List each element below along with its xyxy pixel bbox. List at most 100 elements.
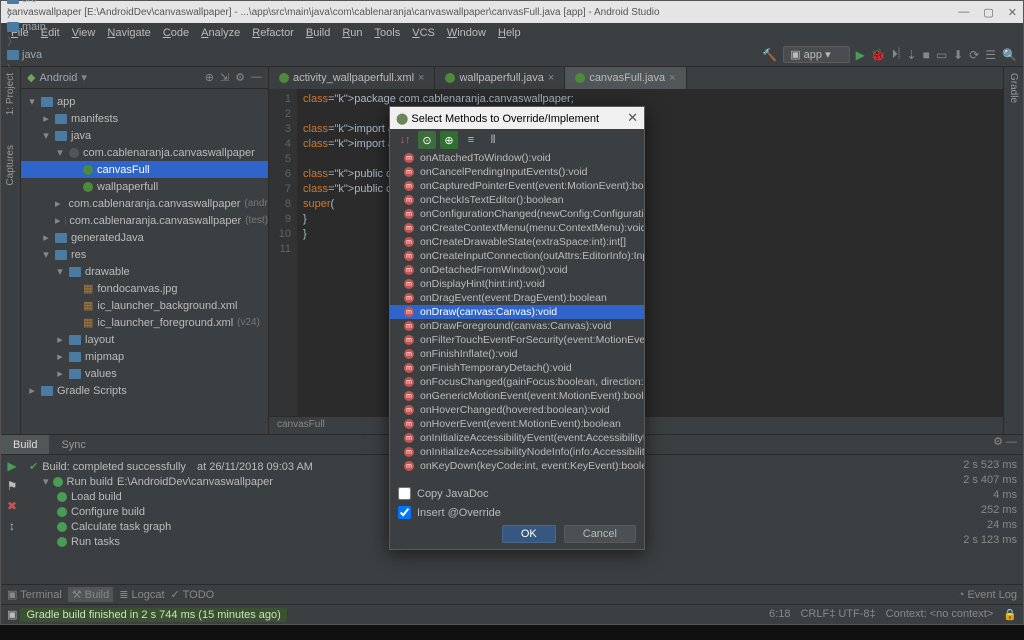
filter-icon[interactable]: ⚑ — [7, 479, 18, 493]
tree-node[interactable]: ▾drawable — [21, 263, 268, 280]
method-item[interactable]: monHoverEvent(event:MotionEvent):boolean — [390, 417, 644, 431]
menu-vcs[interactable]: VCS — [408, 27, 439, 39]
method-item[interactable]: monInitializeAccessibilityEvent(event:Ac… — [390, 431, 644, 445]
collapse-icon[interactable]: ≡ — [462, 131, 480, 149]
tree-node[interactable]: ▾app — [21, 93, 268, 110]
method-item[interactable]: monCreateContextMenu(menu:ContextMenu):v… — [390, 221, 644, 235]
tree-node[interactable]: ▸layout — [21, 331, 268, 348]
sort-icon[interactable]: ↓↑ — [396, 131, 414, 149]
method-item[interactable]: monCancelPendingInputEvents():void — [390, 165, 644, 179]
method-item[interactable]: monDraw(canvas:Canvas):void — [390, 305, 644, 319]
tree-node[interactable]: ▦ic_launcher_foreground.xml (v24) — [21, 314, 268, 331]
method-item[interactable]: monInitializeAccessibilityNodeInfo(info:… — [390, 445, 644, 459]
cancel-button[interactable]: Cancel — [564, 525, 636, 543]
insert-override-checkbox[interactable]: Insert @Override — [398, 506, 636, 519]
scroll-from-source-icon[interactable]: ⊕ — [205, 71, 214, 84]
tree-node[interactable]: ▾java — [21, 127, 268, 144]
lock-icon[interactable]: 🔒 — [1003, 608, 1017, 621]
avd-icon[interactable]: ▭ — [936, 48, 947, 62]
method-list[interactable]: monAttachedToWindow():voidmonCancelPendi… — [390, 151, 644, 481]
tree-node[interactable]: ▸values — [21, 365, 268, 382]
structure-icon[interactable]: ☰ — [985, 48, 996, 62]
editor-tab[interactable]: canvasFull.java× — [565, 67, 686, 89]
attach-icon[interactable]: ⇣ — [907, 48, 917, 62]
context[interactable]: Context: <no context> — [886, 608, 994, 621]
sidebar-tab-project[interactable]: 1: Project — [5, 73, 16, 115]
method-item[interactable]: monGenericMotionEvent(event:MotionEvent)… — [390, 389, 644, 403]
method-item[interactable]: monAttachedToWindow():void — [390, 151, 644, 165]
project-scope[interactable]: Android — [39, 72, 77, 84]
tree-node[interactable]: ▸com.cablenaranja.canvaswallpaper (andro… — [21, 195, 268, 212]
tool-terminal[interactable]: ▣ Terminal — [7, 588, 62, 601]
tree-node[interactable]: ▦ic_launcher_background.xml — [21, 297, 268, 314]
method-item[interactable]: monCheckIsTextEditor():boolean — [390, 193, 644, 207]
profile-icon[interactable]: ⏵⸽ — [892, 47, 901, 62]
menu-refactor[interactable]: Refactor — [248, 27, 298, 39]
stop-icon[interactable]: ■ — [923, 48, 930, 62]
taskbar[interactable] — [0, 625, 1024, 640]
method-item[interactable]: monCreateInputConnection(outAttrs:Editor… — [390, 249, 644, 263]
project-tree[interactable]: ▾app▸manifests▾java▾com.cablenaranja.can… — [21, 89, 268, 434]
sdk-icon[interactable]: ⬇ — [953, 48, 963, 62]
method-item[interactable]: monFinishTemporaryDetach():void — [390, 361, 644, 375]
tree-node[interactable]: ▾res — [21, 246, 268, 263]
method-item[interactable]: monKeyDown(keyCode:int, event:KeyEvent):… — [390, 459, 644, 473]
method-item[interactable]: monFilterTouchEventForSecurity(event:Mot… — [390, 333, 644, 347]
tree-node[interactable]: wallpaperfull — [21, 178, 268, 195]
breadcrumb-item[interactable]: src — [7, 0, 104, 5]
show-inherited-icon[interactable]: ⊙ — [418, 131, 436, 149]
bottom-tab-sync[interactable]: Sync — [49, 435, 97, 454]
tree-node[interactable]: canvasFull — [21, 161, 268, 178]
tree-node[interactable]: ▸Gradle Scripts — [21, 382, 268, 399]
maximize-icon[interactable]: ▢ — [983, 6, 993, 19]
menu-analyze[interactable]: Analyze — [197, 27, 244, 39]
event-log[interactable]: ◔ Event Log — [958, 589, 1017, 601]
sync-icon[interactable]: ⟳ — [969, 48, 979, 62]
gear-icon[interactable]: ⚙ — — [987, 435, 1023, 454]
tree-node[interactable]: ▦fondocanvas.jpg — [21, 280, 268, 297]
menu-help[interactable]: Help — [494, 27, 525, 39]
tree-node[interactable]: ▸generatedJava — [21, 229, 268, 246]
dialog-close-icon[interactable]: ✕ — [627, 110, 638, 126]
tree-node[interactable]: ▾com.cablenaranja.canvaswallpaper — [21, 144, 268, 161]
method-item[interactable]: monDrawForeground(canvas:Canvas):void — [390, 319, 644, 333]
tool-build[interactable]: ⚒ Build — [68, 587, 113, 602]
tree-node[interactable]: ▸manifests — [21, 110, 268, 127]
bottom-tab-build[interactable]: Build — [1, 435, 49, 454]
expand-icon[interactable]: ⊕ — [440, 131, 458, 149]
run-config-select[interactable]: ▣ app ▾ — [783, 46, 849, 63]
method-item[interactable]: monDisplayHint(hint:int):void — [390, 277, 644, 291]
collapse-icon[interactable]: ⇲ — [220, 71, 229, 84]
expand-icon[interactable]: ↕ — [9, 519, 15, 533]
menu-run[interactable]: Run — [338, 27, 366, 39]
method-item[interactable]: monHoverChanged(hovered:boolean):void — [390, 403, 644, 417]
editor-tab[interactable]: wallpaperfull.java× — [435, 67, 565, 89]
group-icon[interactable]: ⫴ — [484, 131, 502, 149]
sidebar-tab-captures[interactable]: Captures — [5, 145, 16, 186]
menu-navigate[interactable]: Navigate — [103, 27, 154, 39]
stop-icon[interactable]: ✖ — [7, 499, 17, 513]
hammer-icon[interactable]: 🔨 — [762, 48, 777, 62]
editor-tab[interactable]: activity_wallpaperfull.xml× — [269, 67, 435, 89]
search-icon[interactable]: 🔍 — [1002, 48, 1017, 62]
menu-tools[interactable]: Tools — [371, 27, 405, 39]
method-item[interactable]: monDetachedFromWindow():void — [390, 263, 644, 277]
copy-javadoc-checkbox[interactable]: Copy JavaDoc — [398, 487, 636, 500]
hide-icon[interactable]: — — [251, 71, 262, 84]
method-item[interactable]: monConfigurationChanged(newConfig:Config… — [390, 207, 644, 221]
rerun-icon[interactable]: ▶ — [7, 459, 16, 473]
close-icon[interactable]: ✕ — [1008, 6, 1017, 19]
sidebar-tab-gradle[interactable]: Gradle — [1008, 73, 1019, 103]
breadcrumb-item[interactable]: java — [7, 49, 104, 61]
menu-window[interactable]: Window — [443, 27, 490, 39]
encoding[interactable]: CRLF‡ UTF-8‡ — [800, 608, 875, 621]
menu-build[interactable]: Build — [302, 27, 334, 39]
ok-button[interactable]: OK — [502, 525, 556, 543]
debug-icon[interactable]: 🐞 — [871, 48, 886, 62]
breadcrumb-item[interactable]: main — [7, 21, 104, 33]
minimize-icon[interactable]: — — [958, 6, 969, 19]
method-item[interactable]: monCreateDrawableState(extraSpace:int):i… — [390, 235, 644, 249]
tool-todo[interactable]: ✓ TODO — [171, 588, 215, 601]
tree-node[interactable]: ▸com.cablenaranja.canvaswallpaper (test) — [21, 212, 268, 229]
tree-node[interactable]: ▸mipmap — [21, 348, 268, 365]
